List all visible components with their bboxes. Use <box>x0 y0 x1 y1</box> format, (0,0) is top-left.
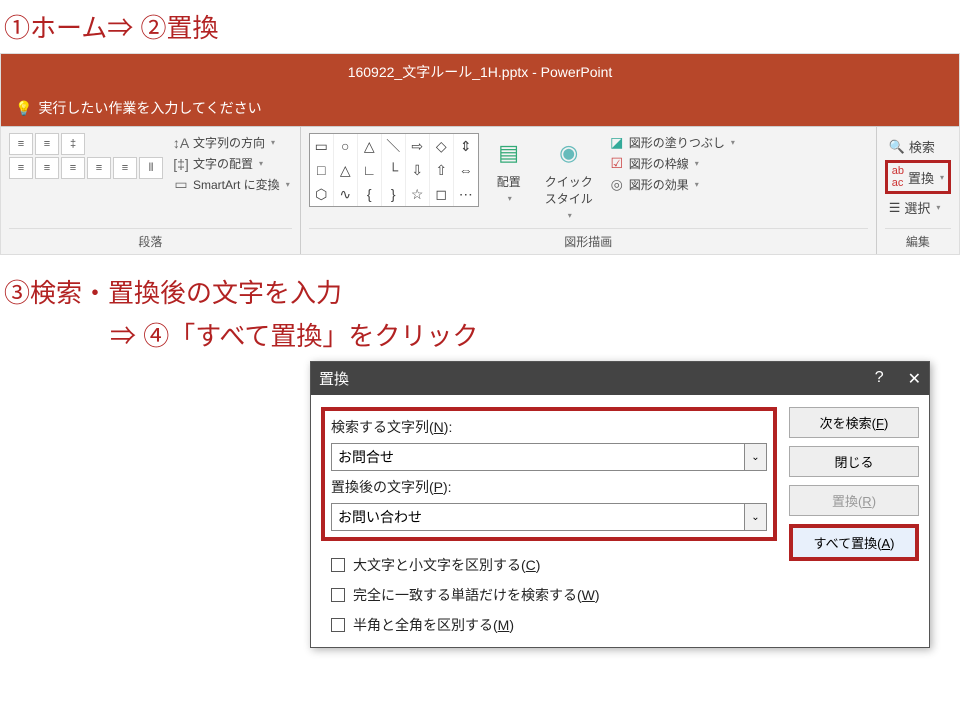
close-button[interactable]: 閉じる <box>789 446 919 477</box>
shape-brace-l-icon[interactable]: { <box>358 182 382 206</box>
arrange-button[interactable]: ▤配置▾ <box>487 133 531 207</box>
instruction-step12: ①ホーム⇒ ②置換 <box>0 0 960 53</box>
quick-style-button[interactable]: ◉クイック スタイル▾ <box>539 133 599 224</box>
match-case-checkbox[interactable]: 大文字と小文字を区別する(C) <box>321 553 777 577</box>
lightbulb-icon: 💡 <box>15 100 32 117</box>
outline-icon: ☑ <box>609 156 625 172</box>
shape-effects-button[interactable]: ◎図形の効果▾ <box>607 175 737 194</box>
align-dist-button[interactable]: ≡ <box>113 157 137 179</box>
shape-brace-r-icon[interactable]: } <box>382 182 406 206</box>
replace-button[interactable]: abac置換▾ <box>885 160 951 194</box>
replace-dialog: 置換 ? ✕ 検索する文字列(N): ⌄ 置換後の文字列(P): ⌄ <box>310 361 930 648</box>
replace-one-button[interactable]: 置換(R) <box>789 485 919 516</box>
dedent-button[interactable]: ≡ <box>9 133 33 155</box>
group-drawing: ▭○△＼⇨◇⇕ □△∟└⇩⇧⇔ ⬡∿{}☆◻︎⋯ ▤配置▾ ◉クイック スタイル… <box>301 127 877 254</box>
window-title: 160922_文字ルール_1H.pptx - PowerPoint <box>1 54 959 90</box>
help-button[interactable]: ? <box>875 369 884 389</box>
find-input[interactable]: ⌄ <box>331 443 767 471</box>
close-icon[interactable]: ✕ <box>908 369 921 389</box>
shape-diamond-icon[interactable]: ◇ <box>430 134 454 158</box>
align-center-button[interactable]: ≡ <box>35 157 59 179</box>
align-left-button[interactable]: ≡ <box>9 157 33 179</box>
text-direction-button[interactable]: ↕A文字列の方向▾ <box>171 133 292 152</box>
shapes-gallery[interactable]: ▭○△＼⇨◇⇕ □△∟└⇩⇧⇔ ⬡∿{}☆◻︎⋯ <box>309 133 479 207</box>
shape-curve-icon[interactable]: ∿ <box>334 182 358 206</box>
align-right-button[interactable]: ≡ <box>61 157 85 179</box>
textalign-icon: [‡] <box>173 156 189 172</box>
group-label-drawing: 図形描画 <box>309 228 868 250</box>
smartart-convert-button[interactable]: ▭SmartArt に変換▾ <box>171 175 292 194</box>
shape-lrarrow-icon[interactable]: ⇔ <box>454 158 478 182</box>
shape-rect-icon[interactable]: ▭ <box>310 134 334 158</box>
dialog-title-text: 置換 <box>319 368 349 389</box>
replace-input[interactable]: ⌄ <box>331 503 767 531</box>
replace-all-button[interactable]: すべて置換(A) <box>789 524 919 561</box>
shape-fill-button[interactable]: ◪図形の塗りつぶし▾ <box>607 133 737 152</box>
replace-icon: abac <box>892 165 904 189</box>
replace-label: 置換後の文字列(P): <box>331 477 767 497</box>
select-button[interactable]: ☰選択▾ <box>885 196 951 219</box>
whole-word-checkbox[interactable]: 完全に一致する単語だけを検索する(W) <box>321 583 777 607</box>
shape-triangle-icon[interactable]: △ <box>358 134 382 158</box>
effects-icon: ◎ <box>609 177 625 193</box>
arrange-icon: ▤ <box>493 137 525 169</box>
indent-button[interactable]: ≡ <box>35 133 59 155</box>
find-button[interactable]: 🔍検索 <box>885 135 951 158</box>
group-paragraph: ≡ ≡ ‡ ≡ ≡ ≡ ≡ ≡ ⦀ ↕A文字列の方向▾ [‡]文字 <box>1 127 301 254</box>
fields-highlight: 検索する文字列(N): ⌄ 置換後の文字列(P): ⌄ <box>321 407 777 541</box>
checkbox-icon <box>331 558 345 572</box>
replace-dropdown-arrow[interactable]: ⌄ <box>744 504 766 530</box>
width-checkbox[interactable]: 半角と全角を区別する(M) <box>321 613 777 637</box>
quickstyle-icon: ◉ <box>553 137 585 169</box>
shape-angle2-icon[interactable]: └ <box>382 158 406 182</box>
find-next-button[interactable]: 次を検索(F) <box>789 407 919 438</box>
find-icon: 🔍 <box>889 139 905 155</box>
shape-star-icon[interactable]: ☆ <box>406 182 430 206</box>
dialog-titlebar: 置換 ? ✕ <box>311 362 929 395</box>
group-label-paragraph: 段落 <box>9 228 292 250</box>
instruction-step4: ⇒ ④「すべて置換」をクリック <box>0 314 960 361</box>
shape-callout-icon[interactable]: ◻︎ <box>430 182 454 206</box>
align-justify-button[interactable]: ≡ <box>87 157 111 179</box>
ribbon: ≡ ≡ ‡ ≡ ≡ ≡ ≡ ≡ ⦀ ↕A文字列の方向▾ [‡]文字 <box>1 126 959 254</box>
shape-tri2-icon[interactable]: △ <box>334 158 358 182</box>
shape-uarrow-icon[interactable]: ⇧ <box>430 158 454 182</box>
shape-square-icon[interactable]: □ <box>310 158 334 182</box>
columns-button[interactable]: ⦀ <box>139 157 163 179</box>
instruction-step3: ③検索・置換後の文字を入力 <box>0 255 960 314</box>
linespace-button[interactable]: ‡ <box>61 133 85 155</box>
textdir-icon: ↕A <box>173 135 189 151</box>
shape-line-icon[interactable]: ＼ <box>382 134 406 158</box>
shape-more-icon[interactable]: ⋯ <box>454 182 478 206</box>
group-editing: 🔍検索 abac置換▾ ☰選択▾ 編集 <box>877 127 959 254</box>
text-align-button[interactable]: [‡]文字の配置▾ <box>171 154 292 173</box>
shape-angle-icon[interactable]: ∟ <box>358 158 382 182</box>
shape-updown-icon[interactable]: ⇕ <box>454 134 478 158</box>
find-input-field[interactable] <box>332 444 744 470</box>
find-dropdown-arrow[interactable]: ⌄ <box>744 444 766 470</box>
tell-me-text: 実行したい作業を入力してください <box>38 98 261 118</box>
group-label-editing: 編集 <box>885 228 951 250</box>
smartart-icon: ▭ <box>173 177 189 193</box>
fill-icon: ◪ <box>609 135 625 151</box>
shape-outline-button[interactable]: ☑図形の枠線▾ <box>607 154 737 173</box>
replace-input-field[interactable] <box>332 504 744 530</box>
find-label: 検索する文字列(N): <box>331 417 767 437</box>
tell-me-bar[interactable]: 💡 実行したい作業を入力してください <box>1 90 959 126</box>
shape-darrow-icon[interactable]: ⇩ <box>406 158 430 182</box>
shape-circle-icon[interactable]: ○ <box>334 134 358 158</box>
powerpoint-window: 160922_文字ルール_1H.pptx - PowerPoint 💡 実行した… <box>0 53 960 255</box>
checkbox-icon <box>331 588 345 602</box>
shape-arrow-icon[interactable]: ⇨ <box>406 134 430 158</box>
select-icon: ☰ <box>889 200 901 216</box>
checkbox-icon <box>331 618 345 632</box>
shape-hex-icon[interactable]: ⬡ <box>310 182 334 206</box>
